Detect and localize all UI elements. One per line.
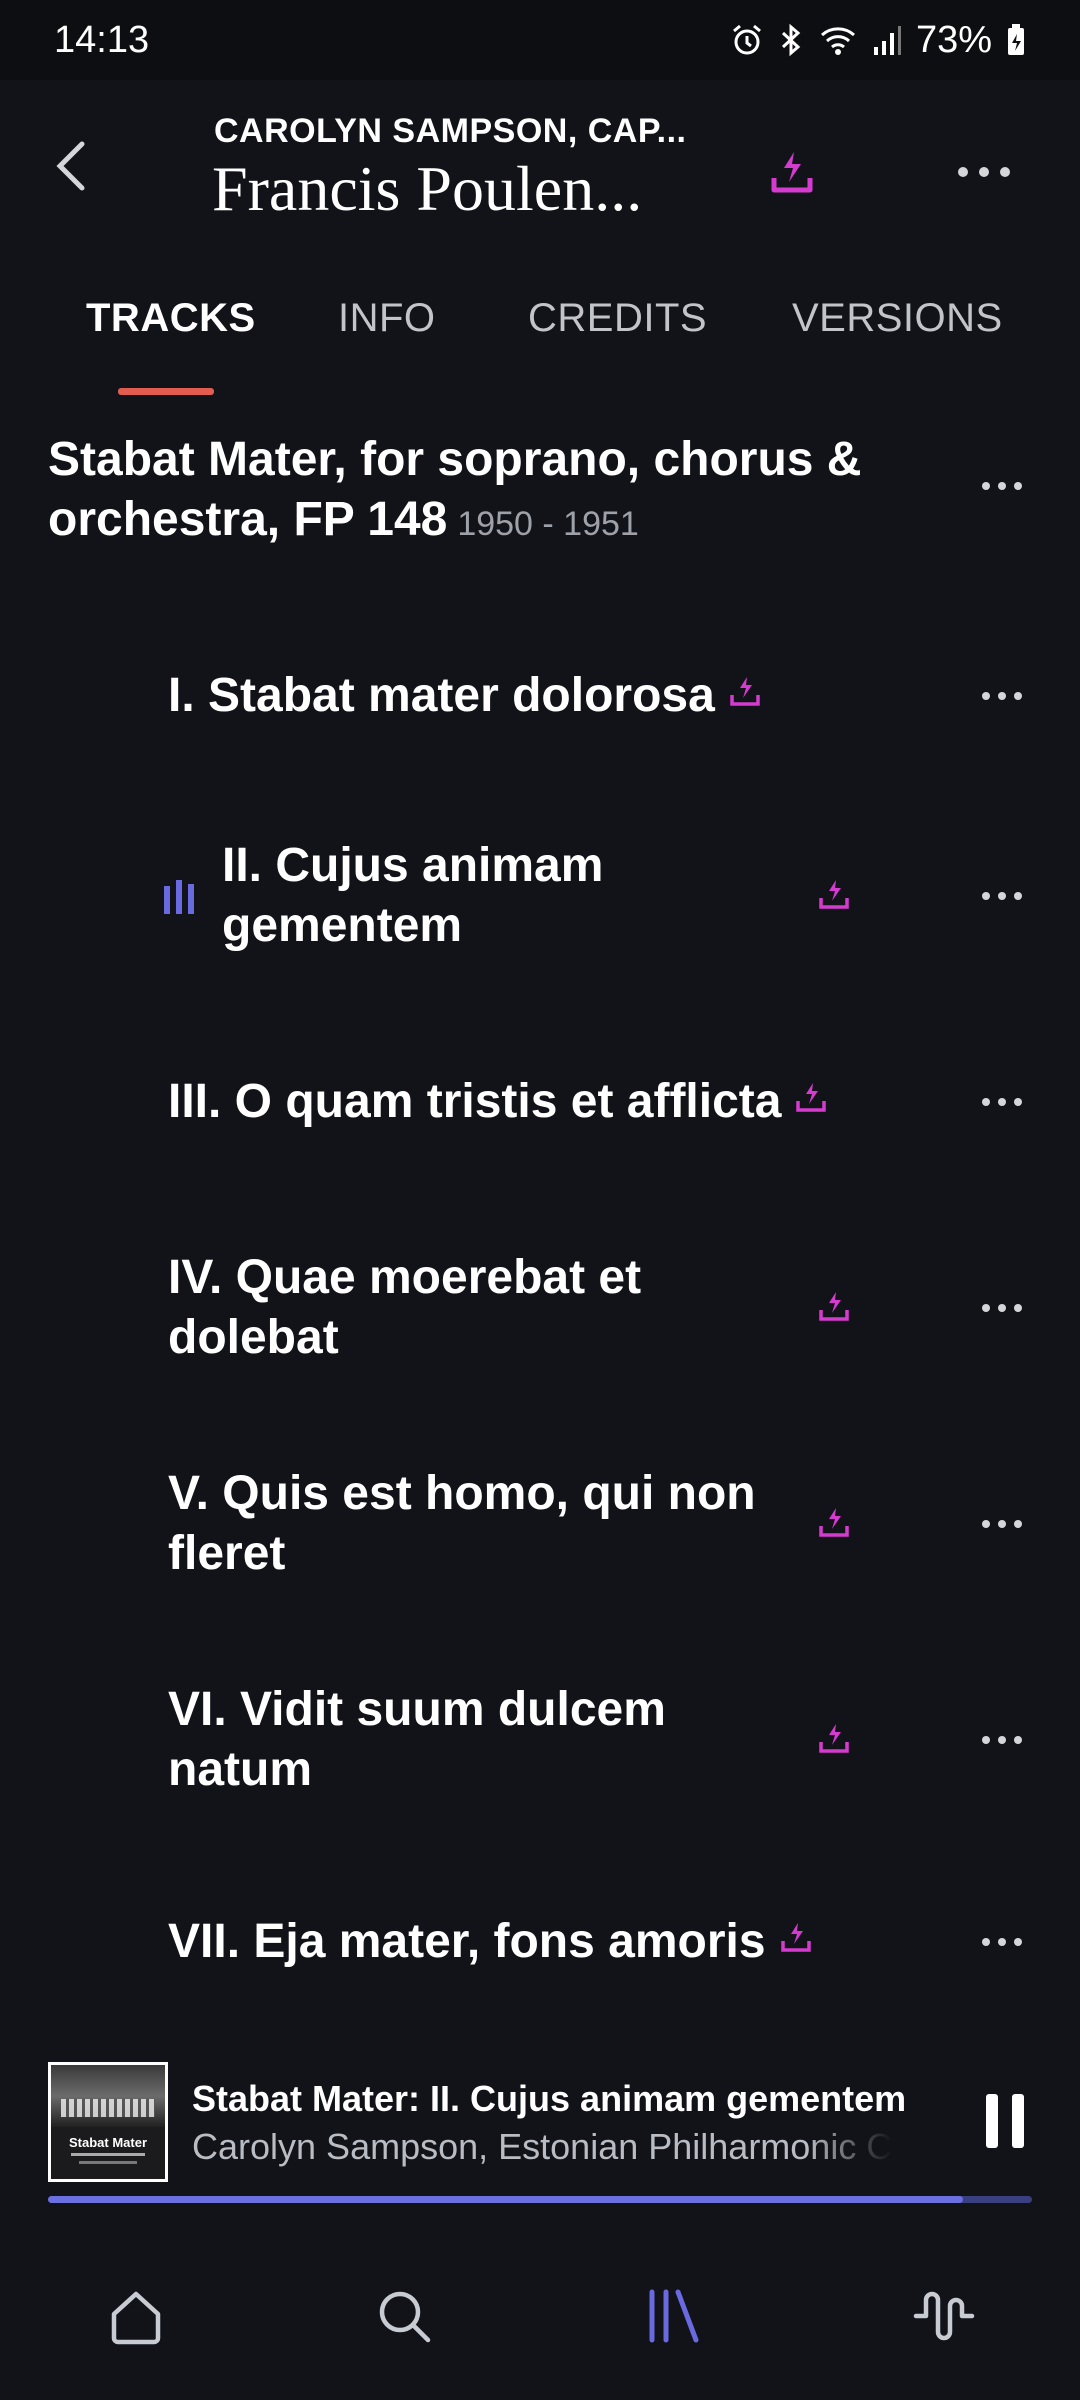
more-icon (982, 1938, 1022, 1946)
cover-ornament (61, 2099, 155, 2117)
tab-credits[interactable]: CREDITS (528, 296, 707, 341)
more-icon (982, 892, 1022, 900)
downloaded-icon (729, 675, 761, 709)
downloaded-icon (795, 1081, 827, 1115)
nav-library[interactable] (634, 2276, 714, 2356)
track-row[interactable]: IV. Quae moerebat et dolebat (0, 1246, 1080, 1386)
tab-bar: TRACKS INFO CREDITS VERSIONS (0, 296, 1080, 406)
track-more-button[interactable] (970, 1922, 1034, 1962)
track-title-text: VII. Eja mater, fons amoris (168, 1915, 766, 1968)
track-more-button[interactable] (970, 1082, 1034, 1122)
pause-icon-bar (1012, 2094, 1024, 2148)
album-cover-thumbnail[interactable]: Stabat Mater (48, 2062, 168, 2182)
downloaded-icon (780, 1921, 812, 1955)
pause-button[interactable] (980, 2094, 1030, 2150)
downloaded-icon (818, 878, 850, 912)
downloaded-icon (818, 1290, 850, 1324)
album-artist: CAROLYN SAMPSON, CAP... (214, 112, 687, 150)
back-arrow-icon (56, 141, 85, 191)
track-more-button[interactable] (970, 1504, 1034, 1544)
album-header: CAROLYN SAMPSON, CAP... Francis Poulen..… (0, 80, 1080, 260)
signal-icon (872, 23, 902, 57)
track-title: I. Stabat mater dolorosa (168, 666, 761, 726)
battery-icon (1006, 23, 1026, 57)
more-icon (958, 167, 1010, 177)
alarm-icon (730, 23, 764, 57)
track-more-button[interactable] (970, 676, 1034, 716)
status-time: 14:13 (54, 18, 150, 61)
nav-search[interactable] (364, 2276, 444, 2356)
library-icon (649, 2289, 699, 2343)
track-row[interactable]: I. Stabat mater dolorosa (0, 664, 1080, 804)
work-title: Stabat Mater, for soprano, chorus & orch… (48, 433, 862, 546)
mini-player[interactable]: Stabat Mater Stabat Mater: II. Cujus ani… (0, 2058, 1080, 2208)
more-icon (982, 1304, 1022, 1312)
more-icon (982, 1520, 1022, 1528)
bluetooth-icon (778, 23, 804, 57)
track-row[interactable]: VII. Eja mater, fons amoris (0, 1912, 1080, 2032)
home-icon (111, 2291, 161, 2345)
downloaded-icon (818, 1722, 850, 1756)
cover-line (71, 2153, 145, 2156)
track-more-button[interactable] (970, 1288, 1034, 1328)
battery-percent: 73% (915, 18, 992, 61)
tab-active-indicator (118, 388, 214, 395)
playback-progress-bar[interactable] (48, 2196, 1032, 2203)
more-icon (982, 1736, 1022, 1744)
album-title: Francis Poulen... (212, 153, 643, 224)
track-row[interactable]: III. O quam tristis et afflicta (0, 1072, 1080, 1212)
more-icon (982, 692, 1022, 700)
pause-icon (986, 2094, 998, 2148)
cover-image (51, 2065, 165, 2127)
cover-line (79, 2161, 137, 2164)
cover-title: Stabat Mater (68, 2135, 148, 2150)
track-title: VII. Eja mater, fons amoris (168, 1912, 812, 1972)
track-more-button[interactable] (970, 876, 1034, 916)
track-more-button[interactable] (970, 1720, 1034, 1760)
work-years: 1950 - 1951 (457, 505, 639, 543)
track-title: IV. Quae moerebat et dolebat (168, 1251, 642, 1364)
track-title: VI. Vidit suum dulcem natum (168, 1683, 666, 1796)
more-icon (982, 482, 1022, 490)
track-row-playing[interactable]: II. Cujus animam gementem (0, 834, 1080, 974)
nav-home[interactable] (96, 2276, 176, 2356)
downloaded-icon (818, 1506, 850, 1540)
track-row[interactable]: VI. Vidit suum dulcem natum (0, 1678, 1080, 1818)
bottom-navigation (0, 2240, 1080, 2400)
nav-activity[interactable] (904, 2276, 984, 2356)
track-title-text: I. Stabat mater dolorosa (168, 669, 715, 722)
search-icon (379, 2291, 431, 2343)
wifi-icon (818, 23, 858, 57)
playback-progress-fill (48, 2196, 964, 2203)
status-icons: 73% (730, 19, 1026, 62)
tab-info[interactable]: INFO (338, 296, 436, 341)
work-heading: Stabat Mater, for soprano, chorus & orch… (48, 430, 928, 554)
now-playing-title: Stabat Mater: II. Cujus animam gementem (192, 2078, 907, 2119)
track-row[interactable]: V. Quis est homo, qui non fleret (0, 1462, 1080, 1602)
tab-versions[interactable]: VERSIONS (792, 296, 1003, 341)
track-title: III. O quam tristis et afflicta (168, 1072, 827, 1132)
track-title: V. Quis est homo, qui non fleret (168, 1467, 756, 1580)
tab-tracks[interactable]: TRACKS (86, 296, 256, 341)
status-bar: 14:13 73% (0, 0, 1080, 80)
more-button[interactable] (952, 144, 1016, 200)
now-playing-artist: Carolyn Sampson, Estonian Philharmonic C… (192, 2126, 892, 2167)
back-button[interactable] (44, 138, 100, 194)
activity-icon (913, 2291, 975, 2341)
track-title: II. Cujus animam gementem (222, 839, 604, 952)
track-title-text: III. O quam tristis et afflicta (168, 1075, 782, 1128)
now-playing-equalizer-icon (164, 880, 194, 914)
more-icon (982, 1098, 1022, 1106)
work-more-button[interactable] (970, 466, 1034, 506)
download-button[interactable] (764, 144, 820, 200)
download-icon (771, 152, 813, 193)
